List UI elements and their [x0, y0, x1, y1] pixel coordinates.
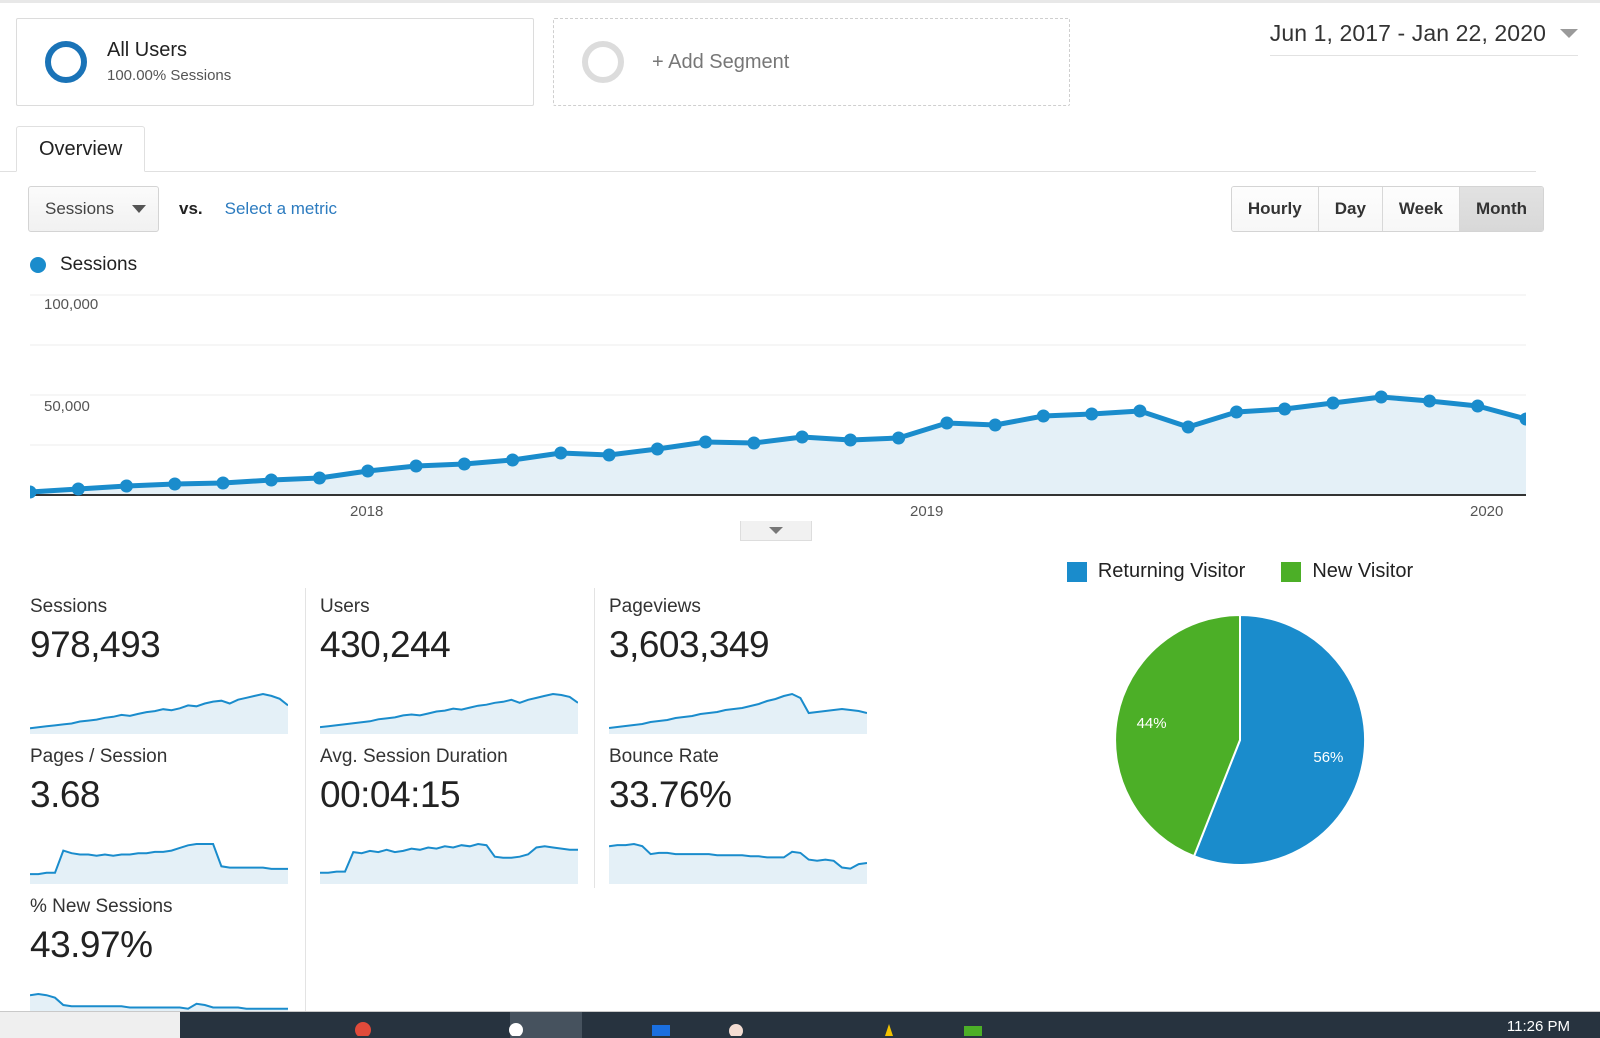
- granularity-hourly[interactable]: Hourly: [1232, 187, 1319, 231]
- metric-card-value: 430,244: [320, 624, 580, 666]
- chevron-down-icon: [1560, 29, 1578, 38]
- metric-card-title: Pageviews: [609, 596, 869, 618]
- taskbar-clock[interactable]: 11:26 PM: [1507, 1018, 1570, 1035]
- metric-card-value: 978,493: [30, 624, 291, 666]
- pie-legend-new-visitor[interactable]: New Visitor: [1281, 560, 1413, 583]
- metric-card-title: Users: [320, 596, 580, 618]
- taskbar-icon-app6[interactable]: [962, 1014, 984, 1036]
- sparkline: [320, 840, 578, 884]
- sparkline: [320, 690, 578, 734]
- pie-legend-returning-visitor[interactable]: Returning Visitor: [1067, 560, 1245, 583]
- granularity-day[interactable]: Day: [1319, 187, 1383, 231]
- chart-legend: Sessions: [30, 254, 137, 276]
- granularity-week[interactable]: Week: [1383, 187, 1460, 231]
- metric-card-title: Pages / Session: [30, 746, 291, 768]
- tab-overview[interactable]: Overview: [16, 126, 145, 172]
- add-segment-button[interactable]: + Add Segment: [553, 18, 1070, 106]
- primary-metric-select[interactable]: Sessions: [28, 186, 159, 232]
- taskbar-icon-app4[interactable]: [725, 1014, 747, 1036]
- segment-all-users[interactable]: All Users 100.00% Sessions: [16, 18, 534, 106]
- metric-card-value: 3,603,349: [609, 624, 869, 666]
- select-a-metric-link[interactable]: Select a metric: [225, 199, 337, 219]
- metric-card-users[interactable]: Users 430,244: [305, 588, 594, 738]
- primary-metric-label: Sessions: [45, 199, 114, 219]
- metric-card-bounce-rate[interactable]: Bounce Rate 33.76%: [594, 738, 883, 888]
- y-axis-tick-50000: 50,000: [44, 398, 90, 415]
- metric-card-avg-session-duration[interactable]: Avg. Session Duration 00:04:15: [305, 738, 594, 888]
- metric-card-value: 33.76%: [609, 774, 869, 816]
- taskbar-left-gap: [0, 1012, 180, 1038]
- ring-icon: [45, 41, 87, 83]
- x-axis-tick-2018: 2018: [350, 503, 383, 520]
- ring-icon: [582, 41, 624, 83]
- chevron-down-icon: [769, 527, 783, 534]
- metric-cards: Sessions 978,493 Users 430,244 Pageviews…: [16, 588, 886, 1038]
- date-range-picker[interactable]: Jun 1, 2017 - Jan 22, 2020: [1270, 20, 1578, 56]
- metric-card-row: Sessions 978,493 Users 430,244 Pageviews…: [16, 588, 886, 738]
- metric-card-pageviews[interactable]: Pageviews 3,603,349: [594, 588, 883, 738]
- y-axis-tick-100000: 100,000: [44, 296, 98, 313]
- metric-card-title: Bounce Rate: [609, 746, 869, 768]
- sparkline: [30, 690, 288, 734]
- visitor-type-pie-chart: Returning Visitor New Visitor 56% 44%: [1030, 560, 1450, 900]
- metric-card-pages-per-session[interactable]: Pages / Session 3.68: [16, 738, 305, 888]
- granularity-button-group: Hourly Day Week Month: [1231, 186, 1544, 232]
- sparkline: [609, 840, 867, 884]
- svg-text:44%: 44%: [1137, 715, 1167, 732]
- metric-card-title: Avg. Session Duration: [320, 746, 580, 768]
- metric-card-title: % New Sessions: [30, 896, 291, 918]
- chevron-down-icon: [132, 205, 146, 213]
- sparkline: [609, 690, 867, 734]
- metric-card-title: Sessions: [30, 596, 291, 618]
- date-range-value: Jun 1, 2017 - Jan 22, 2020: [1270, 20, 1546, 47]
- metric-card-sessions[interactable]: Sessions 978,493: [16, 588, 305, 738]
- segment-all-users-subtitle: 100.00% Sessions: [107, 66, 231, 86]
- taskbar-icon-app3[interactable]: [650, 1014, 672, 1036]
- tab-divider: [0, 171, 1536, 172]
- metric-card-value: 43.97%: [30, 924, 291, 966]
- x-axis-tick-2020: 2020: [1470, 503, 1503, 520]
- metric-card-row: Pages / Session 3.68 Avg. Session Durati…: [16, 738, 886, 888]
- add-segment-label: + Add Segment: [652, 51, 789, 74]
- pie-legend: Returning Visitor New Visitor: [1030, 560, 1450, 583]
- taskbar: 11:26 PM: [0, 1012, 1600, 1038]
- legend-label-sessions: Sessions: [60, 254, 137, 276]
- legend-color-dot: [30, 257, 46, 273]
- segment-all-users-title: All Users: [107, 37, 231, 64]
- analytics-overview-page: All Users 100.00% Sessions + Add Segment…: [0, 0, 1600, 1038]
- sessions-line-chart[interactable]: [30, 288, 1526, 500]
- pie-legend-label: New Visitor: [1312, 560, 1413, 583]
- x-axis-tick-2019: 2019: [910, 503, 943, 520]
- taskbar-icon-app2[interactable]: [505, 1014, 527, 1036]
- legend-swatch-icon: [1067, 562, 1087, 582]
- metric-card-value: 00:04:15: [320, 774, 580, 816]
- taskbar-icon-app1[interactable]: [352, 1014, 374, 1036]
- top-divider: [0, 0, 1600, 3]
- vs-label: vs.: [179, 199, 203, 219]
- svg-text:56%: 56%: [1313, 749, 1343, 766]
- tab-bar: Overview: [0, 124, 1600, 172]
- legend-swatch-icon: [1281, 562, 1301, 582]
- metric-selector-row: Sessions vs. Select a metric: [28, 186, 337, 232]
- chart-expander-button[interactable]: [740, 521, 812, 541]
- sparkline: [30, 840, 288, 884]
- taskbar-icon-app5[interactable]: [878, 1014, 900, 1036]
- granularity-month[interactable]: Month: [1460, 187, 1543, 231]
- pie-legend-label: Returning Visitor: [1098, 560, 1245, 583]
- metric-card-value: 3.68: [30, 774, 291, 816]
